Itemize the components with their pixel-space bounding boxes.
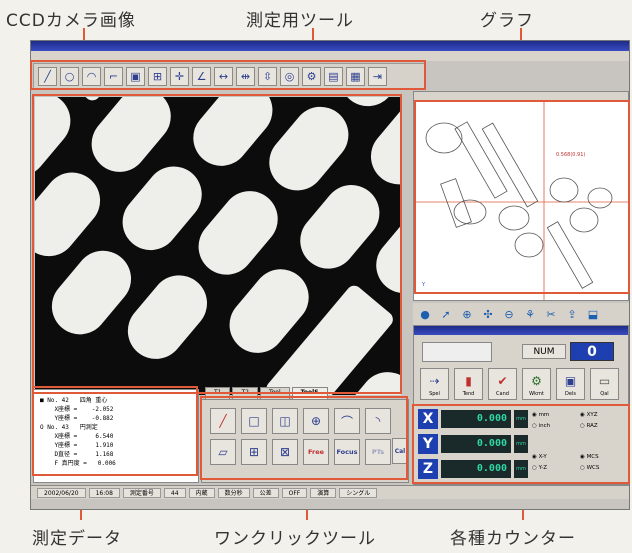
highlight-data xyxy=(32,386,198,476)
status-bar: 2002/06/20 16:08 測定番号 44 内蔵 数分秒 公差 OFF 演… xyxy=(31,485,629,499)
status-number: 44 xyxy=(163,487,186,498)
callout-camera: CCDカメラ画像 xyxy=(6,11,136,31)
zoom-in-icon[interactable]: ⊕ xyxy=(459,306,475,322)
action-label: Cand xyxy=(496,391,509,397)
callout-graph: グラフ xyxy=(480,11,534,31)
window-icon: ▣ xyxy=(564,374,577,388)
num-label: NUM xyxy=(522,344,566,359)
action-label: Spel xyxy=(429,391,440,397)
check-icon: ✔ xyxy=(497,374,508,388)
status-mode: 内蔵 xyxy=(188,487,215,498)
callout-oneclick: ワンクリックツール xyxy=(214,529,376,549)
graph-title-bar xyxy=(414,92,628,100)
action-button-5[interactable]: ▣ Dels xyxy=(556,368,585,400)
action-button-2[interactable]: ▮ Tend xyxy=(454,368,483,400)
status-tolerance: 公差 xyxy=(252,487,279,498)
status-label-number: 測定番号 xyxy=(122,487,161,498)
status-time: 16:08 xyxy=(88,487,120,498)
status-date: 2002/06/20 xyxy=(37,487,86,498)
run-icon: ⇢ xyxy=(429,374,440,388)
action-button-1[interactable]: ⇢ Spel xyxy=(420,368,449,400)
window-titlebar xyxy=(31,41,629,51)
save-icon[interactable]: ⬓ xyxy=(585,306,601,322)
action-button-3[interactable]: ✔ Cand xyxy=(488,368,517,400)
action-label: Qal xyxy=(600,391,609,397)
highlight-counters xyxy=(412,404,630,484)
status-tolerance-state: OFF xyxy=(281,487,308,498)
status-calc: 演算 xyxy=(310,487,337,498)
action-label: Tend xyxy=(462,391,475,397)
action-label: Wkmt xyxy=(529,391,544,397)
highlight-toolbar xyxy=(30,60,426,90)
chart-icon: ▮ xyxy=(465,374,472,388)
status-single: シングル xyxy=(339,487,378,498)
file-icon: ▭ xyxy=(598,374,611,388)
action-button-4[interactable]: ⚙ Wkmt xyxy=(522,368,551,400)
pan-icon[interactable]: ✣ xyxy=(480,306,496,322)
delete-icon[interactable]: ✂ xyxy=(543,306,559,322)
fit-icon[interactable]: ⚘ xyxy=(522,306,538,322)
action-label: Dels xyxy=(565,391,576,397)
callout-counters: 各種カウンター xyxy=(450,529,576,549)
sphere-icon[interactable]: ● xyxy=(417,306,433,322)
callout-data: 測定データ xyxy=(32,529,122,549)
num-input-field[interactable] xyxy=(422,342,492,362)
export-icon[interactable]: ⇪ xyxy=(564,306,580,322)
action-buttons: ⇢ Spel ▮ Tend ✔ Cand ⚙ Wkmt ▣ Dels ▭ Qal xyxy=(420,368,624,400)
num-value: 0 xyxy=(570,342,614,361)
graph-toolbar: ● ➚ ⊕ ✣ ⊖ ⚘ ✂ ⇪ ⬓ xyxy=(413,303,629,325)
zoom-out-icon[interactable]: ⊖ xyxy=(501,306,517,322)
pointer-icon[interactable]: ➚ xyxy=(438,306,454,322)
counter-panel-title xyxy=(414,326,628,335)
highlight-camera xyxy=(32,94,402,394)
highlight-oneclick xyxy=(200,396,408,480)
status-angle-unit: 数分秒 xyxy=(217,487,250,498)
callout-tools: 測定用ツール xyxy=(246,11,354,31)
highlight-graph xyxy=(414,100,630,294)
settings-icon: ⚙ xyxy=(531,374,542,388)
action-button-6[interactable]: ▭ Qal xyxy=(590,368,619,400)
